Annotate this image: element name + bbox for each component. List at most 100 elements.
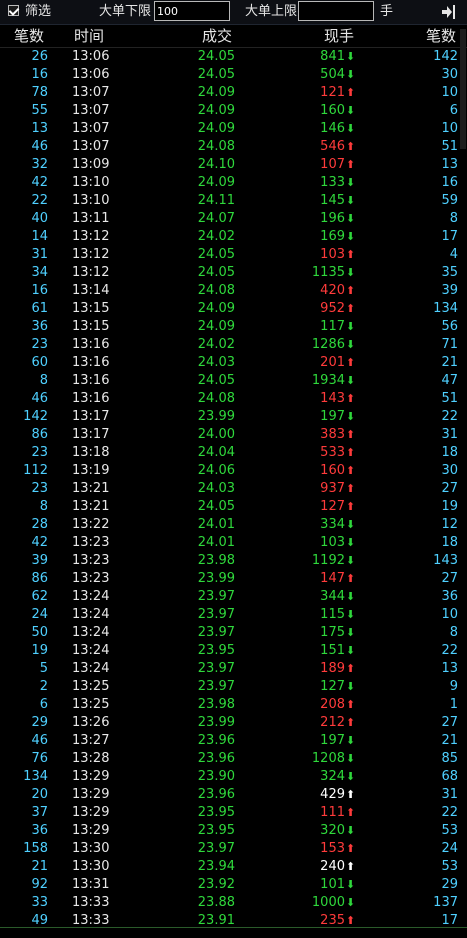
tick-row[interactable]: 8 13:21 24.05 127⬆ 19 [0,498,467,516]
tick-row[interactable]: 19 13:24 23.95 151⬇ 22 [0,642,467,660]
tick-price: 24.06 [197,463,235,478]
filter-toolbar: 筛选 大单下限 大单上限 手 [0,0,467,25]
tick-row[interactable]: 6 13:25 23.98 208⬆ 1 [0,696,467,714]
tick-price: 24.08 [197,391,235,406]
tick-row[interactable]: 46 13:27 23.96 197⬇ 21 [0,732,467,750]
tick-row[interactable]: 22 13:10 24.11 145⬇ 59 [0,192,467,210]
arrow-up-icon: ⬆ [345,698,356,711]
lower-limit-input[interactable] [154,1,230,21]
tick-volume-value: 145 [320,193,345,208]
tick-row[interactable]: 50 13:24 23.97 175⬇ 8 [0,624,467,642]
tick-row[interactable]: 23 13:16 24.02 1286⬇ 71 [0,336,467,354]
tick-row[interactable]: 76 13:28 23.96 1208⬇ 85 [0,750,467,768]
tick-count: 16 [31,67,48,82]
tick-price: 23.99 [197,715,235,730]
tick-row[interactable]: 60 13:16 24.03 201⬆ 21 [0,354,467,372]
filter-label: 筛选 [25,4,52,19]
tick-row[interactable]: 62 13:24 23.97 344⬇ 36 [0,588,467,606]
collapse-right-icon[interactable] [437,2,459,22]
tick-row[interactable]: 26 13:06 24.05 841⬇ 142 [0,48,467,66]
tick-row[interactable]: 5 13:24 23.97 189⬆ 13 [0,660,467,678]
tick-count: 86 [31,571,48,586]
tick-row[interactable]: 61 13:15 24.09 952⬆ 134 [0,300,467,318]
tick-row[interactable]: 55 13:07 24.09 160⬇ 6 [0,102,467,120]
tick-price: 23.97 [197,661,235,676]
tick-row[interactable]: 158 13:30 23.97 153⬆ 24 [0,840,467,858]
tick-volume: 1000⬇ [270,894,356,912]
tick-volume: 103⬇ [270,534,356,552]
tick-count: 78 [31,85,48,100]
tick-row[interactable]: 40 13:11 24.07 196⬇ 8 [0,210,467,228]
tick-price: 23.95 [197,805,235,820]
tick-row[interactable]: 86 13:23 23.99 147⬆ 27 [0,570,467,588]
arrow-down-icon: ⬇ [345,752,356,765]
tick-row[interactable]: 39 13:23 23.98 1192⬇ 143 [0,552,467,570]
tick-row[interactable]: 24 13:24 23.97 115⬇ 10 [0,606,467,624]
arrow-up-icon: ⬆ [345,302,356,315]
tick-count: 34 [31,265,48,280]
tick-row[interactable]: 92 13:31 23.92 101⬇ 29 [0,876,467,894]
tick-price: 24.10 [197,157,235,172]
arrow-down-icon: ⬇ [345,770,356,783]
tick-row[interactable]: 36 13:29 23.95 320⬇ 53 [0,822,467,840]
tick-price: 24.09 [197,319,235,334]
tick-row[interactable]: 8 13:16 24.05 1934⬇ 47 [0,372,467,390]
tick-row[interactable]: 29 13:26 23.99 212⬆ 27 [0,714,467,732]
upper-limit-label: 大单上限 [245,4,298,19]
tick-row[interactable]: 32 13:09 24.10 107⬆ 13 [0,156,467,174]
tick-row[interactable]: 46 13:07 24.08 546⬆ 51 [0,138,467,156]
tick-volume-value: 1000 [311,895,345,910]
tick-row[interactable]: 16 13:14 24.08 420⬆ 39 [0,282,467,300]
tick-row[interactable]: 2 13:25 23.97 127⬇ 9 [0,678,467,696]
tick-row[interactable]: 28 13:22 24.01 334⬇ 12 [0,516,467,534]
tick-price: 24.05 [197,247,235,262]
tick-row[interactable]: 23 13:21 24.03 937⬆ 27 [0,480,467,498]
tick-row[interactable]: 21 13:30 23.94 240⬆ 53 [0,858,467,876]
tick-row[interactable]: 142 13:17 23.99 197⬇ 22 [0,408,467,426]
tick-volume-value: 240 [320,859,345,874]
tick-volume: 1934⬇ [270,372,356,390]
unit-label: 手 [380,4,394,19]
tick-time: 13:14 [72,283,110,298]
tick-row[interactable]: 33 13:33 23.88 1000⬇ 137 [0,894,467,912]
tick-row[interactable]: 14 13:12 24.02 169⬇ 17 [0,228,467,246]
header-time: 时间 [74,27,105,45]
tick-row[interactable]: 20 13:29 23.96 429⬆ 31 [0,786,467,804]
tick-row[interactable]: 134 13:29 23.90 324⬇ 68 [0,768,467,786]
tick-row[interactable]: 78 13:07 24.09 121⬆ 10 [0,84,467,102]
tick-row[interactable]: 42 13:10 24.09 133⬇ 16 [0,174,467,192]
tick-volume-value: 429 [320,787,345,802]
arrow-up-icon: ⬆ [345,842,356,855]
tick-price: 23.94 [197,859,235,874]
tick-price: 24.03 [197,481,235,496]
filter-checkbox[interactable] [8,5,19,16]
arrow-up-icon: ⬆ [345,500,356,513]
arrow-up-icon: ⬆ [345,428,356,441]
tick-row[interactable]: 46 13:16 24.08 143⬆ 51 [0,390,467,408]
tick-count2: 29 [441,877,458,892]
tick-volume: 212⬆ [270,714,356,732]
tick-price: 23.97 [197,589,235,604]
tick-row[interactable]: 42 13:23 24.01 103⬇ 18 [0,534,467,552]
tick-volume: 1192⬇ [270,552,356,570]
tick-row[interactable]: 36 13:15 24.09 117⬇ 56 [0,318,467,336]
tick-row[interactable]: 34 13:12 24.05 1135⬇ 35 [0,264,467,282]
tick-row[interactable]: 31 13:12 24.05 103⬆ 4 [0,246,467,264]
tick-row[interactable]: 16 13:06 24.05 504⬇ 30 [0,66,467,84]
tick-row[interactable]: 23 13:18 24.04 533⬆ 18 [0,444,467,462]
tick-count: 23 [31,445,48,460]
tick-row[interactable]: 112 13:19 24.06 160⬆ 30 [0,462,467,480]
tick-row[interactable]: 37 13:29 23.95 111⬆ 22 [0,804,467,822]
tick-time: 13:27 [72,733,110,748]
tick-row[interactable]: 13 13:07 24.09 146⬇ 10 [0,120,467,138]
tick-price: 24.09 [197,103,235,118]
tick-volume: 334⬇ [270,516,356,534]
arrow-up-icon: ⬆ [345,446,356,459]
tick-volume-value: 1135 [311,265,345,280]
tick-row[interactable]: 86 13:17 24.00 383⬆ 31 [0,426,467,444]
tick-volume: 175⬇ [270,624,356,642]
tick-volume: 107⬆ [270,156,356,174]
upper-limit-input[interactable] [298,1,374,21]
tick-count: 31 [31,247,48,262]
arrow-down-icon: ⬇ [345,374,356,387]
